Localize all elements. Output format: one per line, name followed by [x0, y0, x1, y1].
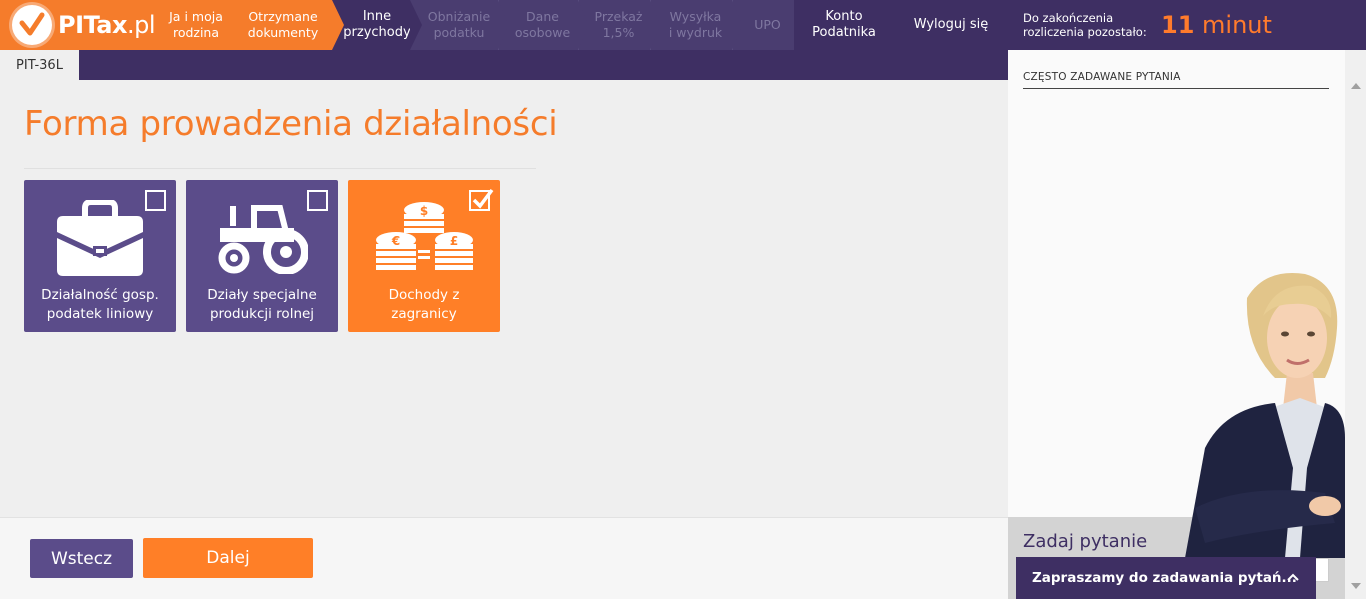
assistant-avatar	[1175, 268, 1345, 558]
form-tab-pit-36l[interactable]: PIT-36L	[0, 50, 79, 80]
top-navigation-bar: PITax.pl Ja i moja rodzina Otrzymane dokum…	[0, 0, 1366, 50]
svg-text:$: $	[420, 204, 428, 218]
step-inne-przychody[interactable]: Inne przychody	[343, 0, 411, 50]
step-przekaz-1-5: Przekaż 1,5%	[578, 0, 650, 50]
step-arrow	[498, 0, 508, 50]
coins-icon: $ € £	[348, 198, 500, 278]
tile-label: Działalność gosp. podatek liniowy	[41, 287, 159, 322]
page-title: Forma prowadzenia działalności	[24, 104, 558, 144]
svg-text:£: £	[450, 234, 458, 248]
form-tab-bar: PIT-36L	[0, 50, 1008, 80]
faq-divider	[1023, 88, 1329, 89]
timer-label: Do zakończenia rozliczenia pozostało:	[1023, 11, 1147, 39]
step-arrow	[650, 0, 660, 50]
scroll-up-arrow-icon[interactable]	[1351, 83, 1361, 89]
step-ja-i-moja-rodzina[interactable]: Ja i moja rodzina	[160, 0, 232, 50]
chevron-up-icon[interactable]	[1287, 571, 1299, 583]
timer-value: 11 minut	[1161, 11, 1272, 39]
svg-text:€: €	[391, 234, 400, 248]
tile-dzialy-specjalne[interactable]: Działy specjalne produkcji rolnej	[186, 180, 338, 332]
konto-podatnika-button[interactable]: Konto Podatnika	[794, 0, 894, 50]
title-divider	[24, 168, 536, 169]
logout-button[interactable]: Wyloguj się	[894, 0, 1008, 50]
step-arrow	[410, 0, 422, 50]
step-arrow	[732, 0, 742, 50]
step-arrow	[578, 0, 588, 50]
logo-text: PITax.pl	[58, 11, 156, 39]
tractor-icon	[186, 198, 338, 278]
pitax-logo[interactable]: PITax.pl	[12, 5, 157, 45]
tile-dzialalnosc-gospodarcza[interactable]: Działalność gosp. podatek liniowy	[24, 180, 176, 332]
tile-dochody-z-zagranicy[interactable]: $ € £ Dochody z zagranicy	[348, 180, 500, 332]
next-button[interactable]: Dalej	[143, 538, 313, 578]
ask-question-bar[interactable]: Zapraszamy do zadawania pytań...	[1016, 557, 1316, 599]
step-otrzymane-dokumenty[interactable]: Otrzymane dokumenty	[238, 0, 328, 50]
step-wysylka-i-wydruk: Wysyłka i wydruk	[650, 0, 732, 50]
ask-question-title: Zadaj pytanie	[1023, 531, 1148, 552]
side-scrollbar[interactable]	[1345, 50, 1366, 599]
step-obnizanie-podatku: Obniżanie podatku	[410, 0, 498, 50]
tile-label: Dochody z zagranicy	[388, 287, 460, 322]
faq-title: CZĘSTO ZADAWANE PYTANIA	[1023, 71, 1181, 83]
step-arrow	[332, 0, 344, 50]
tile-label: Działy specjalne produkcji rolnej	[207, 287, 317, 322]
back-button[interactable]: Wstecz	[30, 539, 133, 578]
briefcase-icon	[24, 198, 176, 278]
checkmark-logo-icon	[12, 5, 52, 45]
step-dane-osobowe: Dane osobowe	[498, 0, 578, 50]
scroll-down-arrow-icon[interactable]	[1351, 583, 1361, 589]
timer-panel: Do zakończenia rozliczenia pozostało: 11 …	[1008, 0, 1366, 50]
